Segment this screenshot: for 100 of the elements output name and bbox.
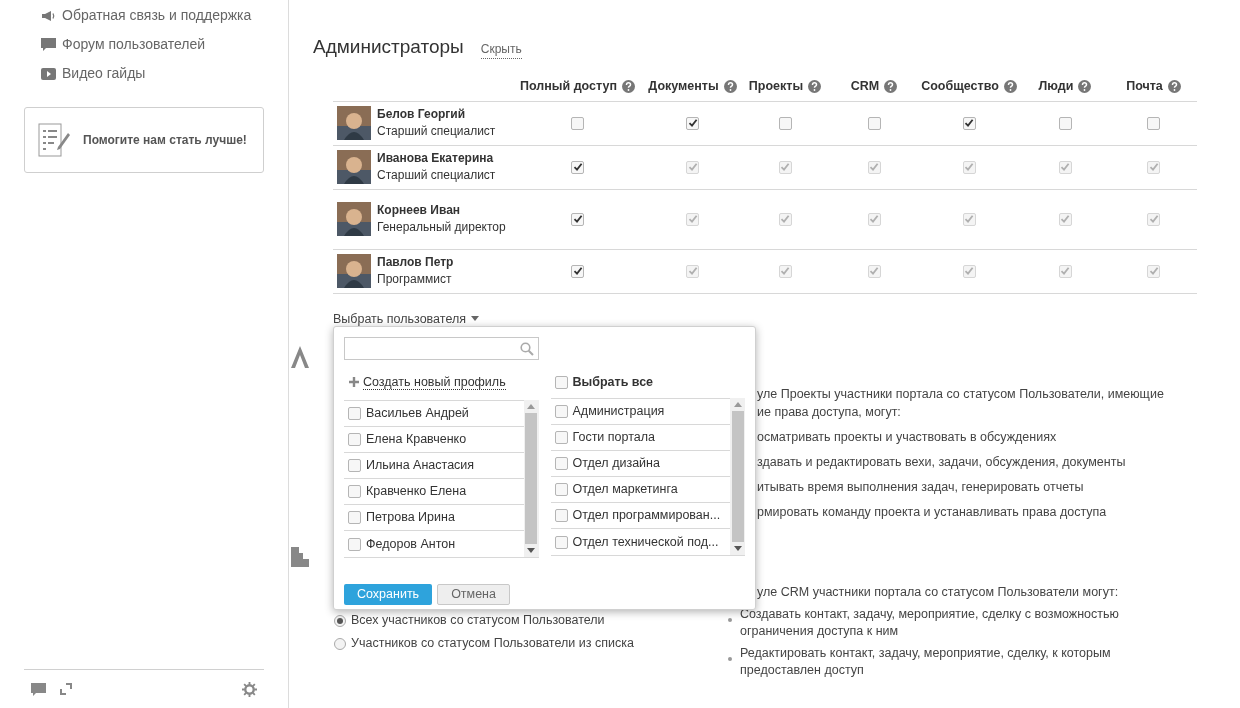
crm-intro: уле CRM участники портала со статусом Пользователи могут: [756, 584, 1120, 601]
help-icon[interactable] [808, 79, 822, 93]
checkbox[interactable] [348, 537, 361, 551]
user-position: Старший специалист [377, 123, 497, 140]
select-all-option[interactable]: Выбрать все [550, 372, 745, 392]
help-card-label: Помогите нам стать лучше! [83, 132, 247, 149]
permission-checkbox[interactable] [1058, 116, 1072, 130]
permission-checkbox[interactable] [571, 264, 584, 278]
user-list-item[interactable]: Васильев Андрей [344, 401, 524, 427]
column-header: Проекты [748, 77, 804, 95]
group-list-item[interactable]: Гости портала [550, 425, 730, 451]
group-list-item[interactable]: Администрация [550, 399, 730, 425]
checkbox[interactable] [554, 535, 568, 549]
sidebar-link[interactable]: Видео гайды [41, 64, 264, 83]
checkbox[interactable] [554, 483, 568, 496]
checkbox[interactable] [348, 407, 361, 420]
sidebar-link[interactable]: Форум пользователей [41, 35, 264, 54]
permission-checkbox[interactable] [571, 116, 584, 130]
search-field[interactable] [344, 337, 539, 360]
projects-permission: здавать и редактировать вехи, задачи, обсуждения, документы [757, 454, 1127, 471]
checkbox[interactable] [348, 511, 361, 524]
user-list-item[interactable]: Ильина Анастасия [344, 453, 524, 479]
user-name[interactable]: Белов Георгий [377, 106, 510, 123]
scroll-down-icon[interactable] [733, 546, 742, 551]
help-icon[interactable] [1003, 79, 1017, 93]
column-header: Почта [1126, 77, 1163, 95]
checkbox[interactable] [554, 431, 568, 444]
avatar [337, 106, 371, 140]
scroll-up-icon[interactable] [733, 402, 742, 407]
group-list-item[interactable]: Отдел маркетинга [550, 477, 730, 503]
user-list-item[interactable]: Елена Кравченко [344, 427, 524, 453]
user-position: Старший специалист [377, 167, 497, 184]
help-icon[interactable] [1167, 79, 1181, 93]
column-header: Документы [648, 77, 719, 95]
projects-intro: уле Проекты участники портала со статусом Пользователи, имеющие [757, 386, 1165, 403]
comment-icon [41, 38, 56, 51]
column-header: Люди [1038, 77, 1074, 95]
help-card[interactable]: Помогите нам стать лучше! [24, 107, 264, 173]
radio-button[interactable] [334, 614, 346, 627]
column-header: Сообщество [921, 77, 999, 95]
help-icon[interactable] [723, 79, 737, 93]
user-name[interactable]: Корнеев Иван [377, 202, 510, 219]
projects-intro: ие права доступа, могут: [757, 404, 902, 421]
user-position: Генеральный директор [377, 219, 507, 236]
create-profile-link[interactable]: Создать новый профиль [363, 374, 506, 390]
checkbox[interactable] [348, 433, 361, 446]
projects-permission: рмировать команду проекта и устанавливать права доступа [757, 504, 1108, 521]
projects-permission: осматривать проекты и участвовать в обсуждениях [757, 429, 1058, 446]
scrollbar[interactable] [523, 400, 539, 557]
caret-icon [471, 316, 479, 322]
sidebar-link[interactable]: Обратная связь и поддержка [41, 6, 264, 25]
help-icon[interactable] [621, 79, 635, 93]
group-list-item[interactable]: Отдел дизайна [550, 451, 730, 477]
permission-checkbox[interactable] [1147, 116, 1160, 130]
permission-checkbox[interactable] [867, 116, 881, 130]
access-option[interactable]: Всех участников со статусом Пользователи [334, 612, 634, 629]
select-user-dropdown[interactable]: Выбрать пользователя [333, 309, 479, 329]
user-list-item[interactable]: Кравченко Елена [344, 479, 524, 505]
user-list-item[interactable]: Федоров Антон [344, 531, 524, 557]
checkbox[interactable] [554, 375, 568, 389]
help-icon[interactable] [884, 79, 898, 93]
hide-link[interactable]: Скрыть [480, 40, 522, 59]
permission-checkbox[interactable] [962, 116, 976, 130]
help-icon[interactable] [1078, 79, 1092, 93]
permission-checkbox[interactable] [778, 116, 792, 130]
video-icon [41, 67, 56, 80]
crm-permission: Создавать контакт, задачу, мероприятие, сделку с возможностью ограничения доступа к ним [740, 606, 1120, 640]
permission-checkbox[interactable] [571, 212, 584, 226]
scrollbar[interactable] [730, 398, 745, 555]
search-icon [520, 341, 534, 356]
bullet-icon [728, 657, 732, 661]
permission-checkbox[interactable] [686, 116, 699, 130]
radio-button[interactable] [334, 637, 346, 650]
checkbox[interactable] [554, 405, 568, 418]
expand-icon[interactable] [60, 683, 72, 695]
chat-icon[interactable] [31, 682, 46, 696]
column-header: Полный доступ [520, 77, 617, 95]
group-list-item[interactable]: Отдел технической под... [550, 529, 730, 555]
checkbox[interactable] [348, 459, 361, 472]
checkbox[interactable] [554, 509, 568, 522]
building-icon [291, 547, 309, 567]
scroll-up-icon[interactable] [527, 404, 535, 409]
checkbox[interactable] [554, 457, 568, 470]
avatar [337, 202, 371, 236]
user-position: Программист [377, 271, 453, 288]
user-name[interactable]: Иванова Екатерина [377, 150, 510, 167]
group-list-item[interactable]: Отдел программирован... [550, 503, 730, 529]
user-list-item[interactable]: Петрова Ирина [344, 505, 524, 531]
checklist-icon [38, 122, 71, 158]
column-header: CRM [850, 77, 880, 95]
user-name[interactable]: Павлов Петр [377, 254, 510, 271]
permission-checkbox[interactable] [571, 160, 584, 174]
cancel-button[interactable]: Отмена [437, 584, 510, 605]
access-option[interactable]: Участников со статусом Пользователи из списка [334, 635, 634, 652]
plus-icon [349, 377, 359, 387]
checkbox[interactable] [348, 485, 361, 498]
megaphone-icon [41, 9, 56, 22]
scroll-down-icon[interactable] [527, 548, 535, 553]
crm-permission: Редактировать контакт, задачу, мероприятие, сделку, к которым предоставлен доступ [740, 645, 1112, 679]
settings-icon[interactable] [242, 681, 257, 697]
